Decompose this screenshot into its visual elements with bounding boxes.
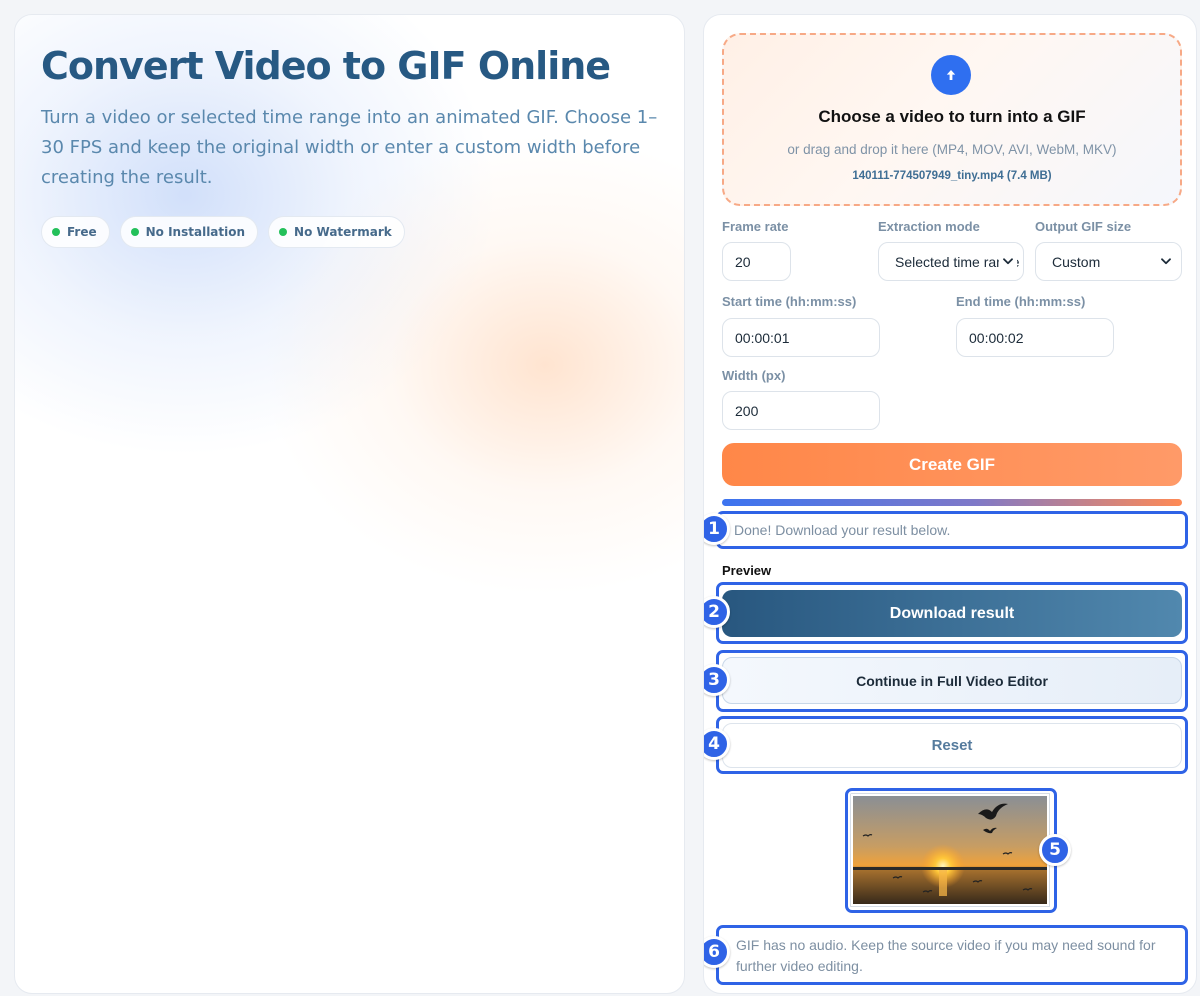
badge-label: No Installation xyxy=(145,225,246,239)
create-gif-button[interactable]: Create GIF xyxy=(722,443,1182,486)
frame-rate-label: Frame rate xyxy=(722,219,789,234)
green-dot-icon xyxy=(279,228,288,236)
gif-preview-image xyxy=(851,794,1049,906)
annotation-number-5: 5 xyxy=(1039,834,1071,866)
start-time-input[interactable]: 00:00:01 xyxy=(722,318,880,357)
background-glow-orange xyxy=(265,135,684,595)
width-input[interactable]: 200 xyxy=(722,391,880,430)
chevron-down-icon xyxy=(999,243,1017,280)
hero-panel: Convert Video to GIF Online Turn a video… xyxy=(14,14,685,994)
progress-bar xyxy=(722,499,1182,506)
extraction-mode-select[interactable]: Selected time range xyxy=(878,242,1024,281)
start-time-label: Start time (hh:mm:ss) xyxy=(722,294,857,309)
end-time-label: End time (hh:mm:ss) xyxy=(956,294,1086,309)
frame-rate-input[interactable]: 20 xyxy=(722,242,791,281)
reset-button[interactable]: Reset xyxy=(722,723,1182,768)
page-title: Convert Video to GIF Online xyxy=(41,44,611,88)
upload-dropzone[interactable]: Choose a video to turn into a GIF or dra… xyxy=(722,33,1182,206)
feature-badges: Free No Installation No Watermark xyxy=(41,216,405,248)
selected-file-name: 140111-774507949_tiny.mp4 (7.4 MB) xyxy=(852,170,1052,182)
width-label: Width (px) xyxy=(722,368,786,383)
end-time-input[interactable]: 00:00:02 xyxy=(956,318,1114,357)
preview-heading: Preview xyxy=(722,563,772,578)
green-dot-icon xyxy=(52,228,60,236)
output-size-label: Output GIF size xyxy=(1035,219,1132,234)
download-result-button[interactable]: Download result xyxy=(722,590,1182,637)
upload-title: Choose a video to turn into a GIF xyxy=(818,107,1086,126)
continue-in-editor-button[interactable]: Continue in Full Video Editor xyxy=(722,657,1182,704)
arrow-up-icon xyxy=(946,70,956,80)
sunset-preview-graphic xyxy=(853,796,1047,904)
badge-no-installation: No Installation xyxy=(119,216,259,248)
badge-label: No Watermark xyxy=(294,225,392,239)
converter-panel: Choose a video to turn into a GIF or dra… xyxy=(703,14,1197,994)
upload-subtitle: or drag and drop it here (MP4, MOV, AVI,… xyxy=(787,142,1117,157)
output-size-value: Custom xyxy=(1052,253,1101,270)
upload-button[interactable] xyxy=(931,55,971,95)
green-dot-icon xyxy=(130,228,139,236)
output-size-select[interactable]: Custom xyxy=(1035,242,1182,281)
page-description: Turn a video or selected time range into… xyxy=(41,107,658,188)
badge-free: Free xyxy=(41,216,110,248)
chevron-down-icon xyxy=(1157,243,1175,280)
badge-no-watermark: No Watermark xyxy=(268,216,405,248)
badge-label: Free xyxy=(67,225,97,239)
audio-note: GIF has no audio. Keep the source video … xyxy=(736,937,1156,974)
extraction-mode-label: Extraction mode xyxy=(878,219,980,234)
status-message: Done! Download your result below. xyxy=(734,522,951,538)
